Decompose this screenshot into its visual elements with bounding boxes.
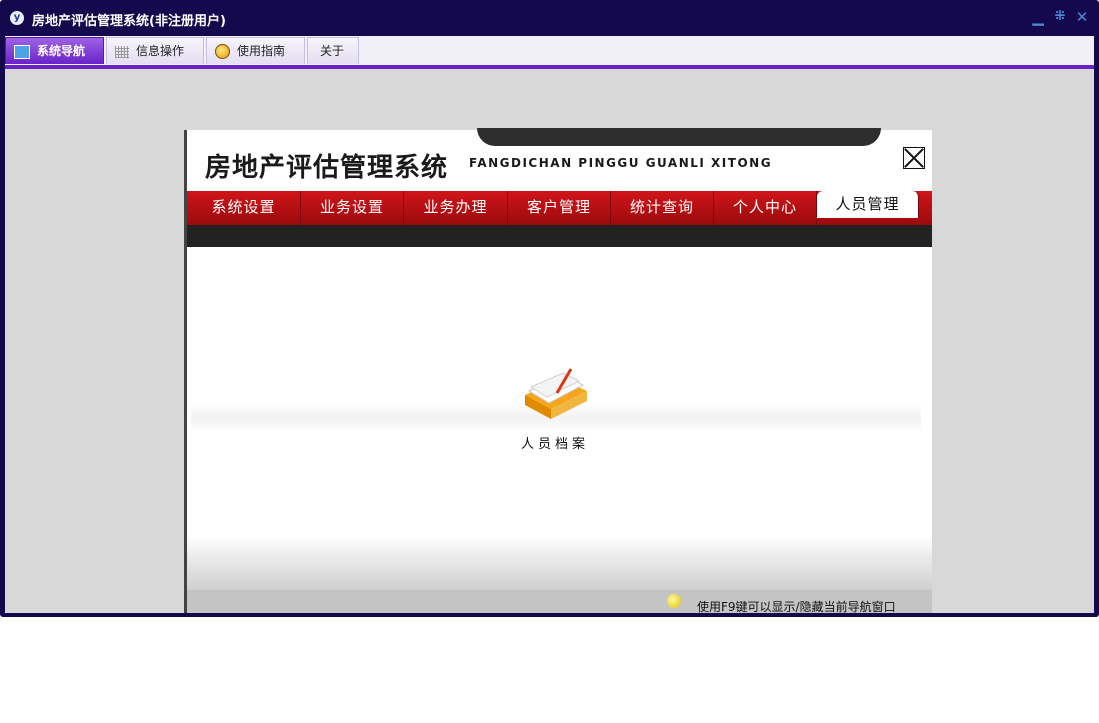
restore-icon[interactable]: ⁜ xyxy=(1052,9,1068,25)
title-bar[interactable]: y 房地产评估管理系统(非注册用户) ▁ ⁜ ✕ xyxy=(0,0,1099,36)
app-header: 房地产评估管理系统 FANGDICHAN PINGGU GUANLI XITON… xyxy=(187,128,932,191)
tab-bar: 系统导航 信息操作 使用指南 关于 xyxy=(5,36,1094,69)
menu-customer-management[interactable]: 客户管理 xyxy=(508,191,611,225)
grid-icon xyxy=(115,45,129,58)
tab-user-guide[interactable]: 使用指南 xyxy=(206,37,305,64)
tab-underline xyxy=(5,65,1094,69)
app-logo-icon: y xyxy=(10,11,24,25)
tab-label: 信息操作 xyxy=(136,44,185,58)
menu-business-handling[interactable]: 业务办理 xyxy=(404,191,508,225)
app-panel: 房地产评估管理系统 FANGDICHAN PINGGU GUANLI XITON… xyxy=(184,128,932,614)
menu-staff-management[interactable]: 人员管理 xyxy=(817,191,919,218)
content-area: 人员档案 xyxy=(187,247,932,590)
window-title: 房地产评估管理系统(非注册用户) xyxy=(32,14,226,29)
tab-label: 关于 xyxy=(320,44,345,58)
tab-info-operations[interactable]: 信息操作 xyxy=(106,37,204,64)
tab-system-navigation[interactable]: 系统导航 xyxy=(5,37,104,64)
main-window: y 房地产评估管理系统(非注册用户) ▁ ⁜ ✕ 系统导航 信息操作 使用指南 … xyxy=(0,0,1099,617)
status-bar: 使用F9键可以显示/隐藏当前导航窗口 xyxy=(187,590,932,614)
status-hint: 使用F9键可以显示/隐藏当前导航窗口 xyxy=(697,600,896,614)
menu-statistics-query[interactable]: 统计查询 xyxy=(611,191,714,225)
lightbulb-icon xyxy=(667,594,681,608)
help-globe-icon xyxy=(215,44,230,59)
submenu-bar xyxy=(187,225,932,247)
menu-business-settings[interactable]: 业务设置 xyxy=(301,191,404,225)
menu-personal-center[interactable]: 个人中心 xyxy=(714,191,817,225)
book-folder-icon[interactable] xyxy=(521,365,591,421)
panel-close-icon[interactable] xyxy=(903,147,925,169)
minimize-icon[interactable]: ▁ xyxy=(1030,9,1046,25)
menu-system-settings[interactable]: 系统设置 xyxy=(187,191,301,225)
system-subtitle: FANGDICHAN PINGGU GUANLI XITONG xyxy=(469,156,773,170)
client-area: 系统导航 信息操作 使用指南 关于 房地产评估管理系统 FANGDICHAN P… xyxy=(5,36,1094,614)
staff-records-label[interactable]: 人员档案 xyxy=(487,433,623,452)
header-arc xyxy=(477,128,881,146)
system-title: 房地产评估管理系统 xyxy=(205,153,449,183)
main-menu: 系统设置 业务设置 业务办理 客户管理 统计查询 个人中心 人员管理 xyxy=(187,191,932,225)
monitor-icon xyxy=(14,44,30,59)
tab-label: 系统导航 xyxy=(37,44,86,58)
close-icon[interactable]: ✕ xyxy=(1074,9,1090,25)
tab-label: 使用指南 xyxy=(237,44,286,58)
tab-about[interactable]: 关于 xyxy=(307,37,359,64)
